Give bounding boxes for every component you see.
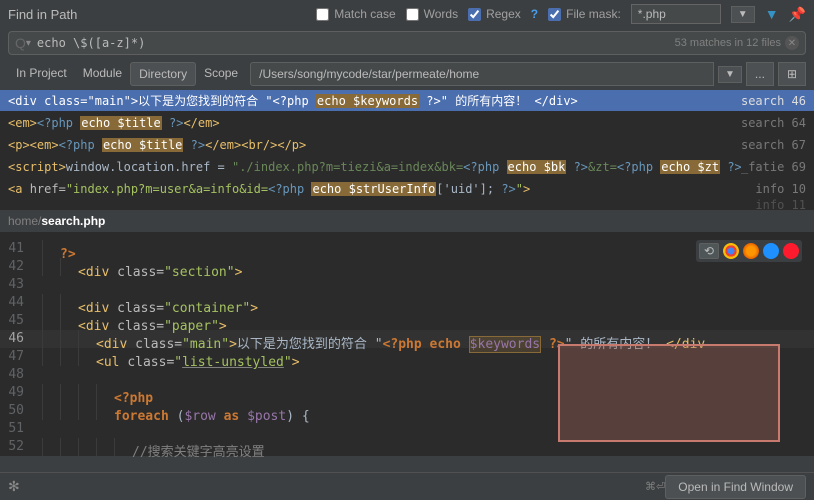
file-mask-label: File mask: [566,7,621,21]
result-file-location: search 64 [741,116,806,130]
highlight-overlay [558,344,780,442]
gutter-line-number: 43 [0,276,34,294]
preview-file-path: home/search.php [0,210,814,232]
editor-code: foreach ($row as $post) { [34,402,310,420]
ide-preview-icon[interactable]: ⟲ [699,243,719,259]
regex-label: Regex [486,7,521,21]
dialog-title: Find in Path [8,7,77,22]
regex-checkbox[interactable]: Regex [468,7,521,21]
search-icon: Q [15,35,26,51]
gutter-line-number: 46 [0,330,34,348]
scope-tab-scope[interactable]: Scope [196,62,246,86]
recursive-toggle-icon[interactable]: ⊞ [778,62,806,86]
shortcut-hint: ⌘⏎ [645,480,665,493]
scope-tab-module[interactable]: Module [75,62,130,86]
result-code: <div class="main">以下是为您找到的符合 "<?php echo… [8,92,741,109]
editor-code: <div class="container"> [34,294,258,312]
browser-preview-toolbar: ⟲ [696,240,802,262]
gutter-line-number: 45 [0,312,34,330]
editor-code: <ul class="list-unstyled"> [34,348,300,366]
safari-icon[interactable] [763,243,779,259]
editor-code: <div class="paper"> [34,312,227,330]
gutter-line-number: 52 [0,438,34,456]
gutter-line-number: 51 [0,420,34,438]
chrome-icon[interactable] [723,243,739,259]
result-code: <a href="index.php?m=user&a=info&id=<?ph… [8,182,755,196]
editor-line[interactable]: 41?> [0,240,814,258]
editor-code: ?> [34,240,76,258]
result-file-location: info 11 [755,198,806,212]
result-row[interactable]: <p><em><?php echo $title ?></em><br/></p… [0,134,814,156]
editor-code [34,366,42,384]
result-code: <p><em><?php echo $title ?></em><br/></p… [8,138,741,152]
gutter-line-number: 48 [0,366,34,384]
words-label: Words [424,7,458,21]
editor-code [34,276,42,294]
result-file-location: _fatie 69 [741,160,806,174]
scope-tabs: In Project Module Directory Scope [8,62,246,86]
editor-line[interactable]: 42<div class="section"> [0,258,814,276]
scope-tab-project[interactable]: In Project [8,62,75,86]
words-checkbox[interactable]: Words [406,7,458,21]
result-row[interactable]: <div class="main">以下是为您找到的符合 "<?php echo… [0,90,814,112]
firefox-icon[interactable] [743,243,759,259]
filter-icon[interactable]: ▼ [765,6,779,22]
gutter-line-number: 41 [0,240,34,258]
gutter-line-number: 47 [0,348,34,366]
result-row[interactable]: info 11 [0,200,814,210]
editor-code [34,420,42,438]
settings-icon[interactable]: ✻ [8,478,20,495]
gutter-line-number: 44 [0,294,34,312]
result-code: <em><?php echo $title ?></em> [8,116,741,130]
path-history-icon[interactable]: ▼ [718,66,742,83]
match-case-label: Match case [334,7,395,21]
editor-code: <?php [34,384,153,402]
result-file-location: info 10 [755,182,806,196]
match-count: 53 matches in 12 files [671,37,785,49]
editor-code: <div class="section"> [34,258,242,276]
search-input[interactable]: echo \$([a-z]*) [31,36,671,50]
result-row[interactable]: <a href="index.php?m=user&a=info&id=<?ph… [0,178,814,200]
directory-path-input[interactable] [250,62,714,86]
editor-line[interactable]: 45<div class="paper"> [0,312,814,330]
scope-tab-directory[interactable]: Directory [130,62,196,86]
result-row[interactable]: <em><?php echo $title ?></em>search 64 [0,112,814,134]
open-in-find-window-button[interactable]: Open in Find Window [665,475,806,499]
gutter-line-number: 42 [0,258,34,276]
regex-help-icon[interactable]: ? [531,7,538,21]
results-list: <div class="main">以下是为您找到的符合 "<?php echo… [0,90,814,210]
file-mask-checkbox[interactable]: File mask: [548,7,621,21]
result-file-location: search 67 [741,138,806,152]
clear-icon[interactable]: ✕ [785,36,799,50]
file-mask-dropdown-icon[interactable]: ▼ [731,6,755,23]
match-case-checkbox[interactable]: Match case [316,7,395,21]
opera-icon[interactable] [783,243,799,259]
gutter-line-number: 50 [0,402,34,420]
result-file-location: search 46 [741,94,806,108]
editor-code: //搜索关键字高亮设置 [34,438,265,456]
result-code: <script>window.location.href = "./index.… [8,160,741,174]
editor-line[interactable]: 44<div class="container"> [0,294,814,312]
file-mask-input[interactable] [631,4,721,24]
gutter-line-number: 49 [0,384,34,402]
pin-icon[interactable]: 📌 [789,6,806,23]
browse-folder-button[interactable]: ... [746,62,774,86]
result-row[interactable]: <script>window.location.href = "./index.… [0,156,814,178]
